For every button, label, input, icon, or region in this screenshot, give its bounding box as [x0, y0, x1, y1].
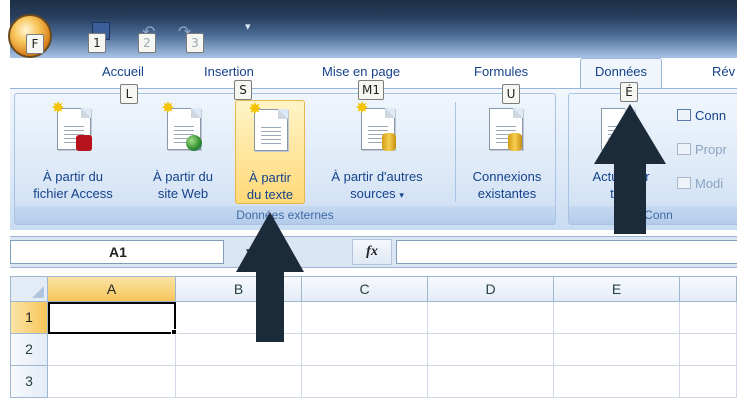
existing-connections-icon: [489, 108, 523, 151]
from-other-sources-button[interactable]: ✸ À partir d'autres sources ▾: [307, 100, 447, 204]
tab-formules[interactable]: Formules: [474, 64, 528, 79]
column-header-c[interactable]: C: [302, 276, 428, 302]
from-other-sources-label-1: À partir d'autres: [331, 169, 423, 184]
grid-cell[interactable]: [48, 334, 176, 366]
keytip-formules: U: [502, 84, 520, 104]
column-header-a[interactable]: A: [48, 276, 176, 302]
from-other-sources-label-2: sources: [350, 186, 396, 201]
connections-icon: [677, 109, 691, 121]
keytip-save: 1: [88, 33, 106, 53]
grid-cell[interactable]: [680, 366, 737, 398]
row-header-1[interactable]: 1: [10, 302, 48, 334]
from-web-button[interactable]: ✸ À partir du site Web: [133, 100, 233, 204]
properties-button[interactable]: Propr: [677, 142, 727, 157]
edit-links-label: Modi: [695, 176, 724, 191]
from-access-button[interactable]: ✸ À partir du fichier Access: [17, 100, 129, 204]
row-header-2[interactable]: 2: [10, 334, 48, 366]
from-text-label-2: du texte: [246, 187, 294, 202]
link-icon: [677, 177, 691, 189]
grid-cell[interactable]: [554, 334, 680, 366]
customize-quick-access-icon[interactable]: ▾: [245, 20, 263, 38]
from-web-label-1: À partir du: [153, 169, 213, 184]
function-icon: fx: [366, 244, 378, 259]
active-cell[interactable]: [48, 302, 176, 334]
grid-cell[interactable]: [680, 334, 737, 366]
column-header-f[interactable]: [680, 276, 737, 302]
name-box[interactable]: A1: [10, 240, 224, 264]
connections-label: Conn: [695, 108, 727, 123]
from-access-label-1: À partir du: [43, 169, 103, 184]
grid-cell[interactable]: [428, 366, 554, 398]
grid-cell[interactable]: [428, 302, 554, 334]
formula-bar: A1 ▼ fx: [10, 236, 737, 268]
grid-cell[interactable]: [302, 366, 428, 398]
fill-handle[interactable]: [171, 329, 177, 335]
annotation-arrow-data-tab: [594, 104, 666, 234]
insert-function-button[interactable]: fx: [352, 239, 392, 265]
keytip-redo: 3: [186, 33, 204, 53]
title-bar: ↶ ↷ ▾: [0, 0, 737, 58]
properties-label: Propr: [695, 142, 727, 157]
select-all-button[interactable]: [10, 276, 48, 302]
tab-revision[interactable]: Rév: [712, 64, 735, 79]
from-web-label-2: site Web: [157, 186, 209, 201]
keytip-insertion: S: [234, 80, 252, 100]
grid-cell[interactable]: [176, 366, 302, 398]
row-header-3[interactable]: 3: [10, 366, 48, 398]
annotation-arrow-from-text: [236, 212, 304, 342]
tab-accueil[interactable]: Accueil: [102, 64, 144, 79]
grid-cell[interactable]: [554, 302, 680, 334]
formula-input[interactable]: [396, 240, 737, 264]
chevron-down-icon: ▾: [399, 190, 404, 200]
grid-cell[interactable]: [302, 334, 428, 366]
grid-cell[interactable]: [48, 366, 176, 398]
grid-cell[interactable]: [680, 302, 737, 334]
column-header-e[interactable]: E: [554, 276, 680, 302]
edit-links-button[interactable]: Modi: [677, 176, 723, 191]
existing-connections-button[interactable]: Connexions existantes: [459, 100, 555, 204]
tab-insertion[interactable]: Insertion: [204, 64, 254, 79]
keytip-office: F: [26, 34, 44, 54]
keytip-mise-en-page: M1: [358, 80, 384, 100]
group-separator: [455, 102, 456, 202]
grid-cell[interactable]: [428, 334, 554, 366]
from-access-label-2: fichier Access: [33, 186, 113, 201]
connections-button[interactable]: Conn: [677, 108, 726, 123]
from-text-label-1: À partir: [249, 170, 291, 185]
existing-connections-label-1: Connexions: [472, 169, 542, 184]
existing-connections-label-2: existantes: [477, 186, 537, 201]
keytip-accueil: L: [120, 84, 138, 104]
worksheet-grid: A B C D E 1 2 3: [10, 276, 737, 407]
tab-mise-en-page[interactable]: Mise en page: [322, 64, 400, 79]
keytip-donnees: É: [620, 82, 638, 102]
grid-cell[interactable]: [302, 302, 428, 334]
grid-cell[interactable]: [554, 366, 680, 398]
column-header-d[interactable]: D: [428, 276, 554, 302]
properties-icon: [677, 143, 691, 155]
keytip-undo: 2: [138, 33, 156, 53]
from-text-button[interactable]: ✸ À partir du texte: [235, 100, 305, 204]
group-external-data: ✸ À partir du fichier Access ✸ À partir …: [14, 93, 556, 225]
